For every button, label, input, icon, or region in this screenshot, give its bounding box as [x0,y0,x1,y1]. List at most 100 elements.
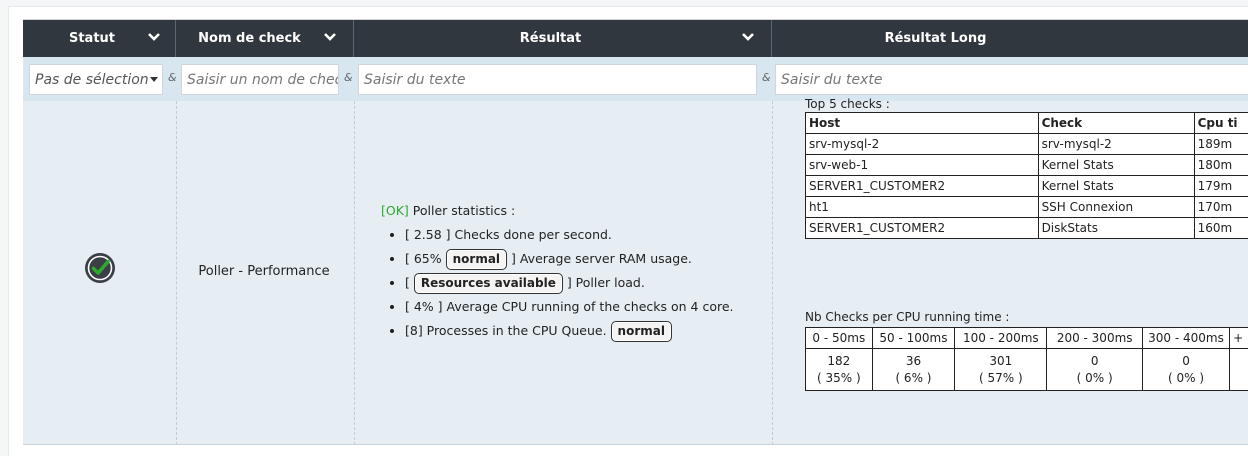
nb-header-cell: 300 - 400ms [1141,327,1231,349]
nb-percent: ( 35% ) [817,370,861,385]
table-row[interactable]: Poller - Performance [OK] Poller statist… [23,97,1248,445]
nb-header-cell: 50 - 100ms [871,327,956,349]
top5-header-cell: Host [805,112,1039,134]
table-header-row: Host Check Cpu ti [805,112,1248,134]
list-item-text: [8] Processes in the CPU Queue. [405,323,611,338]
table-row: 182 ( 35% ) 36 ( 6% ) 301 ( 57% ) 0 ( 0% ) 0… [805,348,1248,391]
result-placeholder: Saisir du texte [364,71,466,88]
table-row: SERVER1_CUSTOMER2 DiskStats 160m [805,217,1248,239]
top5-table: Host Check Cpu ti srv-mysql-2 srv-mysql-… [805,112,1248,239]
list-item: [ Resources available ] Poller load. [405,271,781,295]
nb-value-cell: 36 ( 6% ) [871,348,956,391]
nb-value-cell: 0 ( 0% ) [1141,348,1231,391]
table-panel: Statut Nom de check Résultat Résultat Lo… [8,6,1248,456]
nb-header-cell: + [1229,327,1248,349]
table-cell: ht1 [805,196,1039,218]
header-long-result-label: Résultat Long [884,31,987,46]
table-row: SERVER1_CUSTOMER2 Kernel Stats 179m [805,175,1248,197]
table-cell: srv-web-1 [805,154,1039,176]
checks-grid: Statut Nom de check Résultat Résultat Lo… [23,19,1248,445]
check-name-filter-input[interactable]: Saisir un nom de check [181,64,339,95]
table-cell: DiskStats [1037,217,1195,239]
filter-row: Pas de sélection & Saisir un nom de chec… [23,57,1248,101]
header-check-name-label: Nom de check [198,31,301,46]
caret-down-icon [150,77,158,82]
nb-header-cell: 0 - 50ms [805,327,873,349]
table-cell: 179m [1193,175,1248,197]
list-item-text: ] Poller load. [562,275,645,290]
nb-count: 36 [905,353,922,368]
table-cell: 160m [1193,217,1248,239]
table-header: Statut Nom de check Résultat Résultat Lo… [23,19,1248,57]
list-item-text: [ 65% [405,251,446,266]
status-filter-select[interactable]: Pas de sélection [29,64,163,95]
result-list: [ 2.58 ] Checks done per second. [ 65% n… [405,223,781,343]
chevron-down-icon[interactable] [147,30,161,44]
nb-checks-table: 0 - 50ms 50 - 100ms 100 - 200ms 200 - 30… [805,327,1248,391]
nb-percent: ( 0% ) [1167,370,1205,385]
top5-header-cell: Check [1037,112,1195,134]
list-item-text: [ 2.58 ] Checks done per second. [405,227,612,242]
header-result-label: Résultat [519,31,582,46]
header-status[interactable]: Statut [23,20,176,57]
ampersand-label: & [168,71,177,84]
header-result[interactable]: Résultat [354,20,772,57]
nb-checks-title: Nb Checks per CPU running time : [805,310,1010,324]
chevron-down-icon[interactable] [323,30,337,44]
check-circle-icon [83,251,117,285]
nb-percent: ( 0% ) [1076,370,1113,385]
result-cell: [OK] Poller statistics : [ 2.58 ] Checks… [381,199,781,343]
table-cell: srv-mysql-2 [1037,133,1195,155]
chevron-down-icon[interactable] [741,30,755,44]
status-badge: normal [445,249,508,270]
header-check-name[interactable]: Nom de check [176,20,354,57]
nb-count: 182 [827,353,851,368]
table-cell: SERVER1_CUSTOMER2 [805,217,1039,239]
table-cell: srv-mysql-2 [805,133,1039,155]
list-item-text: [ [405,275,414,290]
nb-count: 301 [989,353,1013,368]
result-title-text: Poller statistics : [412,203,516,218]
list-item: [8] Processes in the CPU Queue. normal [405,319,781,343]
nb-header-cell: 100 - 200ms [954,327,1048,349]
header-long-result[interactable]: Résultat Long [772,20,1248,57]
table-cell: 189m [1193,133,1248,155]
table-row: ht1 SSH Connexion 170m [805,196,1248,218]
ok-tag: [OK] [381,203,409,218]
table-cell: SSH Connexion [1037,196,1195,218]
nb-count: 0 [1090,353,1099,368]
top5-header-cell: Cpu ti [1193,112,1248,134]
list-item: [ 4% ] Average CPU running of the checks… [405,295,781,319]
table-cell: SERVER1_CUSTOMER2 [805,175,1039,197]
long-result-placeholder: Saisir du texte [781,71,883,88]
ampersand-label: & [762,71,771,84]
list-item-text: [ 4% ] Average CPU running of the checks… [405,299,734,314]
list-item-text: ] Average server RAM usage. [507,251,692,266]
long-result-filter-input[interactable]: Saisir du texte [775,64,1248,95]
table-row: srv-mysql-2 srv-mysql-2 189m [805,133,1248,155]
nb-count: 0 [1182,353,1190,368]
table-row: srv-web-1 Kernel Stats 180m [805,154,1248,176]
status-filter-value: Pas de sélection [35,71,149,88]
nb-percent: ( 6% ) [895,370,932,385]
list-item: [ 65% normal ] Average server RAM usage. [405,247,781,271]
top5-title: Top 5 checks : [805,97,890,111]
check-name-cell: Poller - Performance [198,264,330,279]
nb-value-cell: 182 ( 35% ) [805,348,873,391]
header-status-label: Statut [68,31,116,46]
table-cell: 180m [1193,154,1248,176]
status-badge: normal [610,321,672,342]
table-cell: Kernel Stats [1037,154,1195,176]
ampersand-label: & [344,71,353,84]
result-filter-input[interactable]: Saisir du texte [358,64,757,95]
nb-value-cell [1229,348,1248,391]
table-cell: 170m [1193,196,1248,218]
list-item: [ 2.58 ] Checks done per second. [405,223,781,247]
nb-value-cell: 0 ( 0% ) [1046,348,1143,391]
check-name-placeholder: Saisir un nom de check [187,71,339,88]
table-header-row: 0 - 50ms 50 - 100ms 100 - 200ms 200 - 30… [805,327,1248,349]
column-divider [354,101,355,445]
nb-percent: ( 57% ) [978,370,1023,385]
table-cell: Kernel Stats [1037,175,1195,197]
nb-value-cell: 301 ( 57% ) [954,348,1048,391]
